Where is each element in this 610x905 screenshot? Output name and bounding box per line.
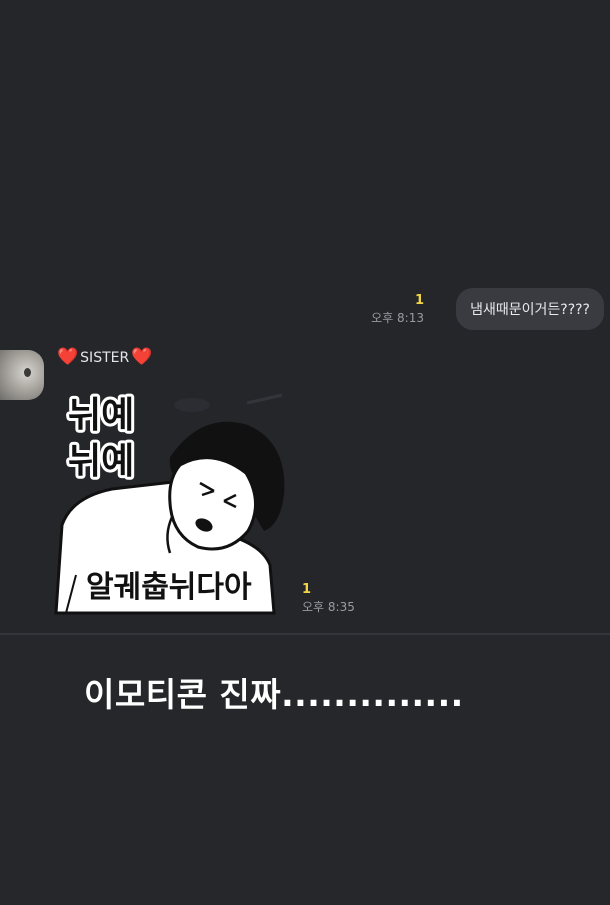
unread-count: 1 [414, 293, 424, 308]
caption-text: 이모티콘 진짜.............. [84, 675, 464, 714]
outgoing-message-text: 냄새때문이거든???? [470, 302, 590, 318]
incoming-meta: 1 오후 8:35 [302, 583, 355, 613]
sticker-text-top-2: 뉘예 [68, 441, 134, 482]
message-time: 오후 8:35 [302, 600, 355, 614]
message-time: 오후 8:13 [371, 311, 424, 325]
heart-icon: ❤️ [57, 347, 79, 367]
avatar-image-detail [24, 368, 31, 377]
outgoing-message-bubble[interactable]: 냄새때문이거든???? [456, 288, 604, 330]
heart-icon: ❤️ [131, 347, 153, 367]
emoticon-sticker[interactable]: 뉘예 뉘예 뉘예 뉘예 알궤춥뉘다아 [52, 385, 292, 617]
sticker-text-bottom: 알궤춥뉘다아 [86, 570, 252, 605]
unread-count: 1 [302, 582, 312, 597]
sender-name-row[interactable]: ❤️ SISTER ❤️ [57, 349, 152, 366]
sender-name: SISTER [80, 349, 130, 366]
sticker-text-top-1: 뉘예 [68, 395, 134, 436]
outgoing-meta: 1 오후 8:13 [371, 294, 424, 324]
avatar[interactable] [0, 350, 44, 400]
